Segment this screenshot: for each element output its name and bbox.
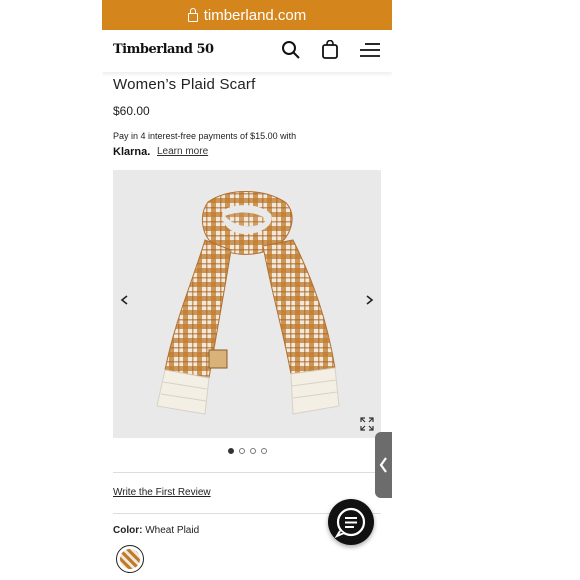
swatch-pattern — [120, 549, 140, 569]
expand-icon[interactable] — [360, 417, 374, 431]
chevron-left-icon — [379, 457, 387, 473]
side-drawer-tab[interactable] — [375, 432, 392, 498]
color-value: Wheat Plaid — [145, 525, 200, 536]
write-review-link[interactable]: Write the First Review — [113, 487, 211, 498]
color-swatch-wheat-plaid[interactable] — [116, 545, 144, 573]
installments-text: Pay in 4 interest-free payments of $15.0… — [113, 131, 297, 141]
lock-icon — [187, 7, 198, 22]
product-image-gallery[interactable] — [113, 170, 381, 438]
scarf-image — [156, 191, 340, 415]
browser-url-bar[interactable]: timberland.com — [102, 0, 392, 30]
pagination-dot[interactable] — [238, 448, 245, 454]
pagination-dot[interactable] — [249, 448, 256, 454]
divider — [113, 472, 381, 473]
learn-more-link[interactable]: Learn more — [157, 146, 208, 157]
chat-bubble-icon — [334, 507, 366, 539]
next-image-arrow-icon[interactable] — [364, 295, 374, 305]
color-label: Color: — [113, 525, 143, 536]
color-selection-label: Color: Wheat Plaid — [113, 525, 199, 536]
bag-icon[interactable] — [321, 40, 339, 60]
site-header: Timberland 50 — [102, 30, 392, 72]
url-text: timberland.com — [203, 6, 307, 24]
search-icon[interactable] — [281, 40, 301, 60]
product-title: Women’s Plaid Scarf — [113, 76, 256, 93]
chat-button[interactable] — [328, 499, 374, 545]
product-price: $60.00 — [113, 104, 150, 118]
timberland-logo[interactable]: Timberland 50 — [113, 42, 214, 57]
pagination-dot[interactable] — [260, 448, 267, 454]
gallery-pagination — [102, 448, 392, 454]
previous-image-arrow-icon[interactable] — [120, 295, 130, 305]
mobile-viewport: timberland.com Timberland 50 Women’s Pla… — [102, 0, 392, 580]
menu-icon[interactable] — [359, 40, 381, 60]
klarna-logo: Klarna. — [113, 146, 151, 158]
pagination-dot[interactable] — [227, 448, 234, 454]
